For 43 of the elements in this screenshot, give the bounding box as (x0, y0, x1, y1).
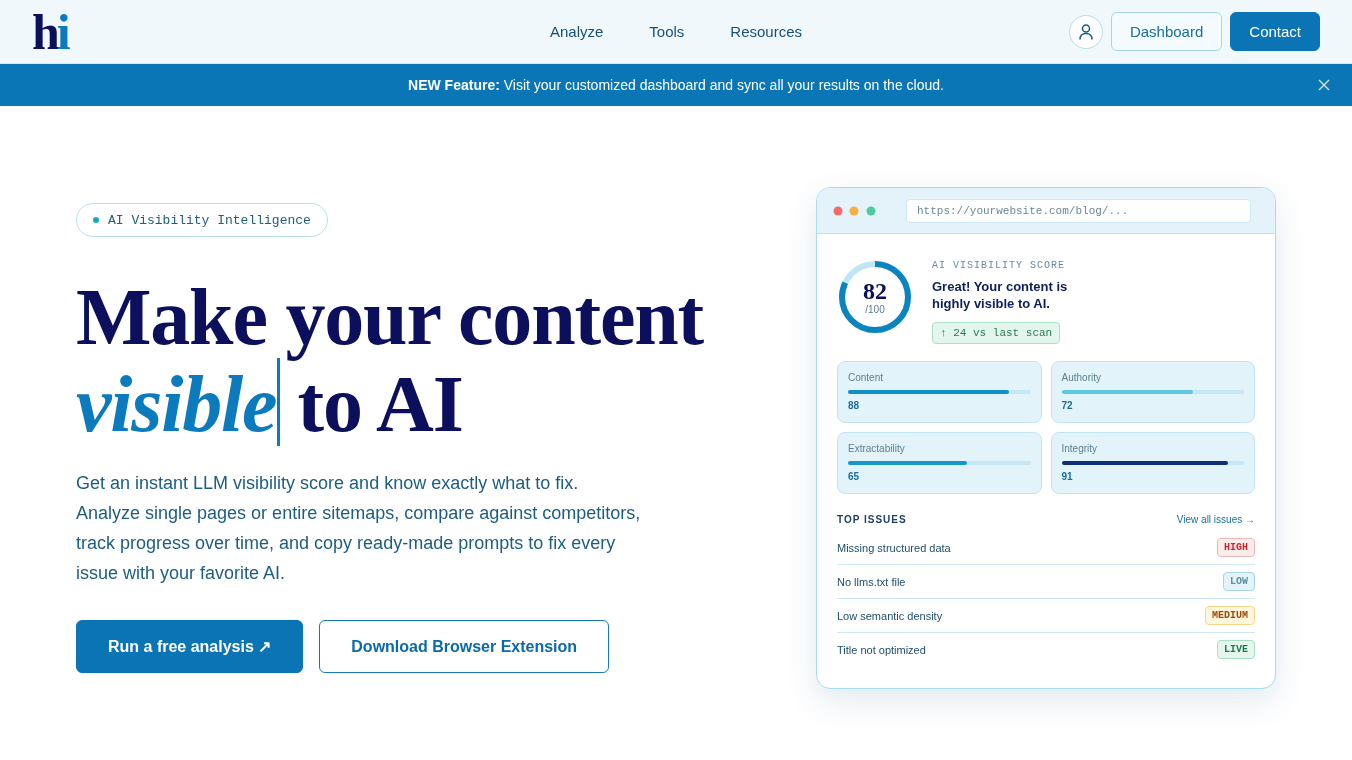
issues-heading: TOP ISSUES (837, 514, 907, 525)
analyze-button[interactable]: Run a free analysis ↗ (76, 620, 304, 673)
close-icon[interactable] (1318, 79, 1330, 91)
score-change-tag: ↑ 24 vs last scan (932, 322, 1061, 344)
severity-tag: LOW (1223, 572, 1255, 591)
nav-link[interactable]: Analyze (549, 23, 604, 40)
score-label: AI VISIBILITY SCORE (932, 260, 1067, 271)
url-field[interactable]: https://yourwebsite.com/blog/... (906, 198, 1251, 223)
logo[interactable]: hi (32, 10, 68, 53)
heading-text: Make your content (76, 274, 703, 361)
dashboard-button[interactable]: Dashboard (1110, 12, 1223, 51)
score-message: Great! Your content is highly visible to AI. (932, 278, 1069, 312)
score-value: 82 (863, 279, 887, 303)
nav-link[interactable]: Resources (730, 23, 803, 40)
metric-value: 88 (848, 400, 861, 411)
metric-label: Integrity (1061, 443, 1099, 454)
metric-value: 65 (848, 471, 861, 482)
heading-text: to AI (297, 361, 463, 448)
issue-text: Title not optimized (837, 643, 926, 656)
metric-label: Extractability (848, 443, 906, 454)
issue-text: Low semantic density (837, 609, 943, 622)
severity-tag: HIGH (1217, 538, 1255, 557)
score-max: /100 (865, 304, 885, 315)
metric-value: 72 (1061, 400, 1074, 411)
severity-tag: MEDIUM (1205, 606, 1255, 625)
user-icon (1078, 23, 1093, 40)
hero-description: Get an instant LLM visibility score and know exactly what to fix. Analyze single pages or entire sitemaps, compare against competitors, track progress over time, and copy ready-made prompts to fix every issue with your favorite AI. (76, 472, 641, 585)
issue-text: No llms.txt file (837, 575, 906, 588)
download-button[interactable]: Download Browser Extension (319, 620, 610, 673)
metric-label: Authority (1061, 372, 1102, 383)
dot-icon (93, 217, 99, 223)
metric-value: 91 (1061, 471, 1074, 482)
issue-text: Missing structured data (837, 541, 951, 554)
account-button[interactable] (1068, 14, 1103, 49)
announcement-text: NEW Feature: Visit your customized dashboard and sync all your results on the cloud. (408, 77, 944, 93)
metric-label: Content (848, 372, 885, 383)
nav-link[interactable]: Tools (649, 23, 685, 40)
text-cursor-icon (277, 358, 281, 446)
severity-tag: LIVE (1217, 640, 1255, 659)
contact-button[interactable]: Contact (1230, 12, 1320, 51)
heading-highlight: visible (76, 361, 277, 448)
tagline-text: AI Visibility Intelligence (108, 212, 311, 228)
view-all-link[interactable]: View all issues → (1176, 514, 1255, 525)
